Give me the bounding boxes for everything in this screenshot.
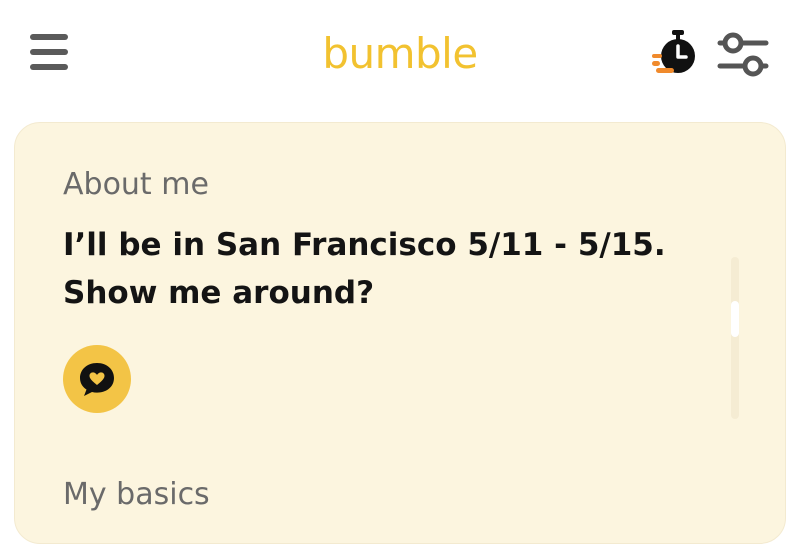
filter-button[interactable]	[716, 30, 770, 80]
top-bar: bumble	[0, 0, 800, 110]
stopwatch-icon	[652, 30, 695, 73]
scrollbar-track[interactable]	[731, 257, 739, 419]
menu-button[interactable]	[28, 32, 72, 72]
bumble-logo: bumble	[322, 29, 478, 78]
profile-card: About me I’ll be in San Francisco 5/11 -…	[14, 122, 786, 544]
hamburger-menu-icon	[30, 34, 68, 40]
about-me-heading: About me	[63, 167, 209, 202]
hamburger-menu-icon-bar	[30, 64, 68, 70]
my-basics-heading: My basics	[63, 477, 210, 512]
prompt-reply-button[interactable]	[63, 345, 131, 413]
timer-button[interactable]	[650, 30, 702, 78]
scrollbar-thumb[interactable]	[731, 301, 739, 337]
sliders-filter-icon	[717, 32, 769, 77]
hamburger-menu-icon-bar	[30, 49, 68, 55]
chat-heart-icon	[80, 363, 114, 396]
about-me-text: I’ll be in San Francisco 5/11 - 5/15. Sh…	[63, 227, 666, 311]
